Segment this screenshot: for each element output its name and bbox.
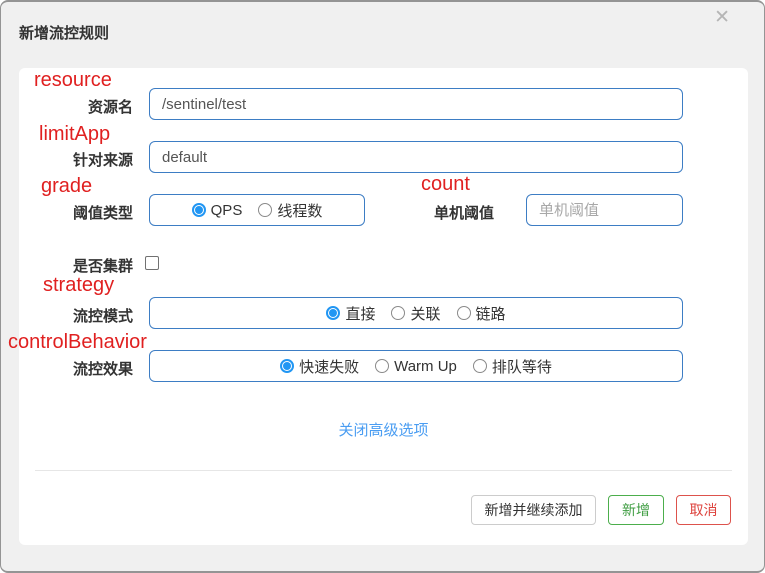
resource-input[interactable] — [149, 88, 683, 120]
strategy-option-direct[interactable]: 直接 — [326, 303, 375, 324]
behavior-option-warm-up-label: Warm Up — [394, 357, 457, 375]
grade-option-thread[interactable]: 线程数 — [258, 200, 322, 221]
strategy-option-relate-label: 关联 — [410, 305, 441, 323]
count-annotation: count — [421, 173, 470, 195]
behavior-option-fast-fail-label: 快速失败 — [299, 358, 360, 376]
limitapp-annotation: limitApp — [39, 123, 111, 145]
count-input[interactable] — [526, 194, 683, 226]
resource-annotation: resource — [34, 69, 112, 91]
add-flow-rule-dialog: 新增流控规则 ✕ resource 资源名 limitApp 针对来源 grad… — [0, 0, 765, 573]
radio-unselected-icon[interactable] — [456, 306, 471, 320]
radio-selected-icon[interactable] — [280, 359, 295, 373]
grade-option-qps-label: QPS — [210, 201, 243, 219]
strategy-radio-group: 直接 关联 链路 — [149, 297, 683, 329]
resource-label: 资源名 — [87, 99, 133, 116]
radio-unselected-icon[interactable] — [472, 359, 487, 373]
close-icon[interactable]: ✕ — [714, 8, 730, 27]
radio-unselected-icon[interactable] — [375, 359, 390, 373]
advanced-link-row: 关闭高级选项 — [19, 419, 748, 440]
grade-option-qps[interactable]: QPS — [191, 201, 243, 219]
strategy-label: 流控模式 — [72, 308, 133, 325]
strategy-option-chain[interactable]: 链路 — [456, 303, 506, 324]
strategy-option-direct-label: 直接 — [345, 305, 376, 323]
strategy-annotation: strategy — [43, 274, 115, 296]
behavior-option-warm-up[interactable]: Warm Up — [375, 358, 457, 375]
count-label: 单机阈值 — [433, 205, 494, 222]
controlbehavior-radio-group: 快速失败 Warm Up 排队等待 — [149, 350, 683, 382]
add-and-continue-button[interactable]: 新增并继续添加 — [471, 495, 596, 525]
radio-unselected-icon[interactable] — [391, 306, 406, 320]
behavior-option-fast-fail[interactable]: 快速失败 — [280, 356, 359, 377]
dialog-title: 新增流控规则 — [19, 25, 110, 42]
radio-selected-icon[interactable] — [326, 306, 341, 320]
footer-divider — [35, 470, 732, 471]
limitapp-label: 针对来源 — [72, 152, 133, 169]
strategy-option-relate[interactable]: 关联 — [391, 303, 441, 324]
behavior-option-queue-label: 排队等待 — [491, 358, 552, 376]
add-button[interactable]: 新增 — [608, 495, 664, 525]
behavior-option-queue[interactable]: 排队等待 — [472, 356, 552, 377]
radio-selected-icon[interactable] — [191, 203, 206, 217]
controlbehavior-label: 流控效果 — [72, 361, 133, 378]
controlbehavior-annotation: controlBehavior — [8, 331, 147, 353]
grade-annotation: grade — [41, 175, 93, 197]
radio-unselected-icon[interactable] — [258, 203, 273, 217]
limitapp-input[interactable] — [149, 141, 683, 173]
grade-radio-group: QPS 线程数 — [149, 194, 365, 226]
cluster-checkbox[interactable] — [145, 256, 159, 270]
cluster-label: 是否集群 — [72, 258, 133, 275]
strategy-option-chain-label: 链路 — [475, 305, 506, 323]
close-advanced-options-link[interactable]: 关闭高级选项 — [338, 422, 428, 439]
grade-option-thread-label: 线程数 — [277, 202, 323, 220]
cancel-button[interactable]: 取消 — [676, 495, 731, 525]
grade-label: 阈值类型 — [72, 205, 133, 222]
